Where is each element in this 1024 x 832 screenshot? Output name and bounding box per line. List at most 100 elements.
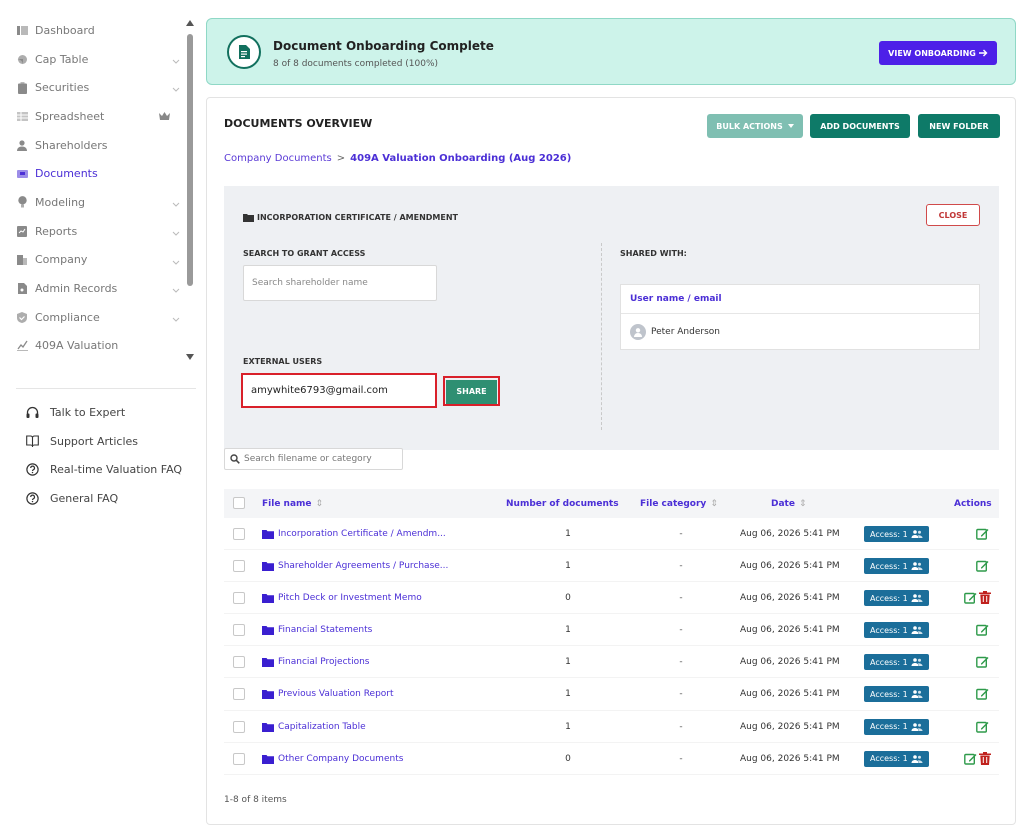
file-search-box[interactable] <box>224 448 403 470</box>
sidebar-item-dashboard[interactable]: Dashboard <box>0 16 190 45</box>
row-checkbox[interactable] <box>233 752 245 765</box>
edit-icon[interactable] <box>976 687 989 701</box>
share-button[interactable]: SHARE <box>446 379 497 404</box>
sidebar-item-modeling[interactable]: Modeling <box>0 188 190 217</box>
access-badge[interactable]: Access: 1 <box>864 558 929 575</box>
scroll-up-arrow-icon[interactable] <box>186 20 194 26</box>
records-icon <box>16 283 28 295</box>
access-badge[interactable]: Access: 1 <box>864 686 929 703</box>
edit-icon[interactable] <box>976 527 989 540</box>
file-search-input[interactable] <box>244 454 394 464</box>
sidebar-item-documents[interactable]: Documents <box>0 159 190 188</box>
file-name-link[interactable]: Shareholder Agreements / Purchase... <box>262 550 448 582</box>
person-icon <box>16 139 28 151</box>
external-user-email-input[interactable] <box>241 373 437 408</box>
breadcrumb-root-link[interactable]: Company Documents <box>224 153 332 164</box>
scroll-down-arrow-icon[interactable] <box>186 354 194 360</box>
shareholder-search-input[interactable] <box>243 265 437 301</box>
access-badge[interactable]: Access: 1 <box>864 590 929 607</box>
row-checkbox[interactable] <box>233 656 245 669</box>
edit-icon[interactable] <box>976 720 989 733</box>
search-icon <box>230 454 240 464</box>
access-badge-label: Access: 1 <box>870 625 908 635</box>
row-checkbox[interactable] <box>233 688 245 701</box>
sidebar-item-409a-valuation[interactable]: 409A Valuation <box>0 332 190 361</box>
access-badge[interactable]: Access: 1 <box>864 718 929 735</box>
file-name-link[interactable]: Incorporation Certificate / Amendm... <box>262 518 446 550</box>
help-link-general-faq[interactable]: General FAQ <box>0 484 200 513</box>
users-icon <box>911 754 923 763</box>
sidebar-item-label: Admin Records <box>35 282 118 296</box>
sidebar-item-admin-records[interactable]: Admin Records <box>0 274 190 303</box>
row-checkbox[interactable] <box>233 720 245 733</box>
sidebar-scrollbar[interactable] <box>186 20 194 362</box>
access-badge[interactable]: Access: 1 <box>864 654 929 671</box>
file-name-text: Incorporation Certificate / Amendm... <box>278 529 446 539</box>
row-checkbox[interactable] <box>233 624 245 637</box>
access-badge[interactable]: Access: 1 <box>864 526 929 542</box>
folder-icon <box>262 690 274 700</box>
banner-title: Document Onboarding Complete <box>273 39 494 53</box>
sidebar-item-spreadsheet[interactable]: Spreadsheet <box>0 102 190 131</box>
folder-icon <box>243 214 254 222</box>
sort-icon: ⇕ <box>710 498 718 509</box>
edit-icon[interactable] <box>976 623 989 636</box>
close-button[interactable]: CLOSE <box>926 204 980 226</box>
trash-icon[interactable] <box>979 751 991 765</box>
access-badge-label: Access: 1 <box>870 722 908 732</box>
select-all-checkbox[interactable] <box>233 497 245 509</box>
row-checkbox[interactable] <box>233 528 245 540</box>
file-name-link[interactable]: Other Company Documents <box>262 743 403 775</box>
sidebar-item-compliance[interactable]: Compliance <box>0 303 190 332</box>
edit-icon[interactable] <box>964 752 977 765</box>
access-badge[interactable]: Access: 1 <box>864 750 929 767</box>
new-folder-button[interactable]: NEW FOLDER <box>918 114 1000 138</box>
help-link-support-articles[interactable]: Support Articles <box>0 427 200 456</box>
file-date: Aug 06, 2026 5:41 PM <box>740 753 840 764</box>
share-access-panel: INCORPORATION CERTIFICATE / AMENDMENT CL… <box>224 186 999 450</box>
edit-icon[interactable] <box>964 591 977 604</box>
column-date[interactable]: Date ⇕ <box>771 489 807 518</box>
sidebar-item-securities[interactable]: Securities <box>0 73 190 102</box>
edit-icon[interactable] <box>976 559 989 572</box>
scrollbar-thumb[interactable] <box>187 34 193 286</box>
add-documents-button[interactable]: ADD DOCUMENTS <box>810 114 910 138</box>
view-onboarding-label: VIEW ONBOARDING <box>888 48 976 58</box>
file-name-link[interactable]: Financial Projections <box>262 646 369 678</box>
folder-icon <box>262 530 274 539</box>
sidebar-item-reports[interactable]: Reports <box>0 217 190 246</box>
file-name-link[interactable]: Pitch Deck or Investment Memo <box>262 582 422 614</box>
users-icon <box>911 562 923 571</box>
help-link-talk-to-expert[interactable]: Talk to Expert <box>0 398 200 427</box>
headset-icon <box>25 405 39 419</box>
panel-folder-name: INCORPORATION CERTIFICATE / AMENDMENT <box>257 213 459 222</box>
table-icon <box>16 110 28 122</box>
access-badge[interactable]: Access: 1 <box>864 622 929 639</box>
view-onboarding-button[interactable]: VIEW ONBOARDING <box>879 41 997 65</box>
table-row: Capitalization Table 1 - Aug 06, 2026 5:41 … <box>224 711 999 743</box>
column-category[interactable]: File category ⇕ <box>640 489 718 518</box>
row-checkbox[interactable] <box>233 592 245 605</box>
file-name-link[interactable]: Capitalization Table <box>262 711 366 743</box>
trash-icon[interactable] <box>979 591 991 605</box>
chevron-down-icon <box>172 312 182 322</box>
sidebar-item-shareholders[interactable]: Shareholders <box>0 131 190 160</box>
column-category-label: File category <box>640 498 707 509</box>
column-file-name[interactable]: File name ⇕ <box>262 489 323 518</box>
column-actions: Actions <box>954 489 992 518</box>
edit-icon[interactable] <box>976 655 989 669</box>
sidebar-item-cap-table[interactable]: Cap Table <box>0 45 190 74</box>
sidebar-item-company[interactable]: Company <box>0 246 190 275</box>
file-category: - <box>679 593 683 604</box>
book-icon <box>25 434 39 448</box>
file-name-link[interactable]: Previous Valuation Report <box>262 678 394 710</box>
help-link-real-time-valuation-faq[interactable]: Real-time Valuation FAQ <box>0 455 200 484</box>
document-count: 1 <box>565 721 571 732</box>
folder-icon <box>262 626 274 636</box>
file-name-link[interactable]: Financial Statements <box>262 614 372 646</box>
access-badge-label: Access: 1 <box>870 657 908 667</box>
row-checkbox[interactable] <box>233 560 245 573</box>
document-count: 0 <box>565 753 571 764</box>
bulk-actions-button[interactable]: BULK ACTIONS <box>707 114 803 138</box>
file-name-text: Pitch Deck or Investment Memo <box>278 593 422 604</box>
